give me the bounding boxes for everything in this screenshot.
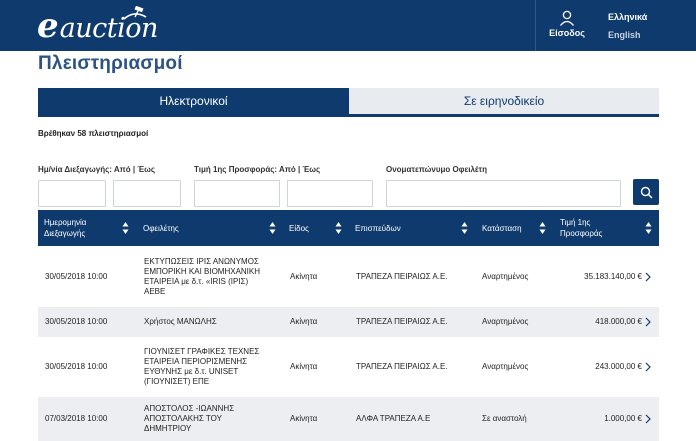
- price-filter-label: Τιμή 1ης Προσφοράς: Από | Έως: [194, 165, 321, 174]
- col-debtor[interactable]: Οφειλέτης: [137, 210, 283, 246]
- col-type[interactable]: Είδος: [283, 210, 349, 246]
- sort-icon: [645, 222, 652, 234]
- row-status: Αναρτημένος: [482, 317, 529, 326]
- logo-e: e: [37, 6, 59, 46]
- tab-electronic[interactable]: Ηλεκτρονικοί: [38, 88, 349, 114]
- date-to-input[interactable]: [113, 180, 181, 207]
- login-label: Είσοδος: [549, 28, 585, 38]
- col-date-label: Ημερομηνία Διεξαγωγής: [44, 218, 87, 238]
- row-status: Αναρτημένος: [482, 271, 529, 281]
- sort-icon: [335, 222, 342, 234]
- lang-english-link[interactable]: English: [608, 30, 641, 40]
- chevron-right-icon: [645, 246, 651, 307]
- search-button[interactable]: [633, 179, 659, 205]
- row-date: 30/05/2018 10:00: [45, 271, 108, 281]
- user-icon: [559, 10, 575, 26]
- row-creditor: ΤΡΑΠΕΖΑ ΠΕΙΡΑΙΩΣ Α.Ε.: [356, 271, 448, 281]
- chevron-right-icon: [645, 397, 651, 441]
- table-row[interactable]: 30/05/2018 10:00 Χρήστος ΜΑΝΩΛΗΣ Ακίνητα…: [38, 307, 659, 337]
- row-creditor: ΤΡΑΠΕΖΑ ΠΕΙΡΑΙΩΣ Α.Ε.: [356, 362, 448, 371]
- eauction-logo[interactable]: e auction: [37, 6, 158, 46]
- price-from-input[interactable]: [194, 180, 280, 207]
- row-type: Ακίνητα: [290, 317, 318, 326]
- row-date: 07/03/2018 10:00: [45, 414, 108, 423]
- row-debtor: ΑΠΟΣΤΟΛΟΣ -ΙΩΑΝΝΗΣ ΑΠΟΣΤΟΛΑΚΗΣ ΤΟΥ ΔΗΜΗΤ…: [144, 404, 235, 433]
- tabs-underline: [38, 114, 659, 117]
- top-navbar: e auction Είσοδος Ελληνικά English: [0, 0, 696, 51]
- debtor-filter-label: Ονοματεπώνυμο Οφειλέτη: [386, 165, 487, 174]
- row-status: Σε αναστολή: [482, 414, 527, 423]
- row-date: 30/05/2018 10:00: [45, 362, 108, 371]
- auction-type-tabs: Ηλεκτρονικοί Σε ειρηνοδικείο: [38, 88, 659, 114]
- row-creditor: ΤΡΑΠΕΖΑ ΠΕΙΡΑΙΩΣ Α.Ε.: [356, 317, 448, 326]
- chevron-right-icon: [645, 307, 651, 337]
- page-title: Πλειστηριασμοί: [38, 53, 183, 74]
- login-button[interactable]: Είσοδος: [547, 10, 587, 46]
- debtor-name-input[interactable]: [386, 180, 621, 207]
- date-from-input[interactable]: [38, 180, 106, 207]
- tab-magistrate-court[interactable]: Σε ειρηνοδικείο: [349, 88, 659, 114]
- col-price-label: Τιμή 1ης Προσφοράς: [560, 218, 603, 238]
- col-type-label: Είδος: [289, 223, 309, 233]
- table-row[interactable]: 30/05/2018 10:00 ΓΙΟΥΝΙΣΕΤ ΓΡΑΦΙΚΕΣ ΤΕΧΝ…: [38, 337, 659, 397]
- col-debtor-label: Οφειλέτης: [143, 223, 179, 233]
- row-price: 1.000,00 €: [604, 414, 642, 423]
- col-status[interactable]: Κατάσταση: [476, 210, 554, 246]
- table-header: Ημερομηνία Διεξαγωγής Οφειλέτης Είδος Επ…: [38, 210, 659, 246]
- results-count: Βρέθηκαν 58 πλειστηριασμοί: [38, 129, 149, 138]
- lang-greek-link[interactable]: Ελληνικά: [608, 12, 647, 22]
- sort-icon: [122, 222, 129, 234]
- col-creditor-label: Επισπεύδων: [355, 223, 401, 233]
- price-to-input[interactable]: [287, 180, 373, 207]
- row-status: Αναρτημένος: [482, 362, 529, 371]
- row-type: Ακίνητα: [290, 362, 318, 371]
- row-debtor: Χρήστος ΜΑΝΩΛΗΣ: [144, 317, 217, 326]
- header-divider: [535, 0, 536, 51]
- row-creditor: ΑΛΦΑ ΤΡΑΠΕΖΑ Α.Ε: [356, 414, 431, 423]
- row-price: 243.000,00 €: [595, 362, 642, 371]
- sort-icon: [461, 222, 468, 234]
- col-creditor[interactable]: Επισπεύδων: [349, 210, 476, 246]
- table-row[interactable]: 30/05/2018 10:00 ΕΚΤΥΠΩΣΕΙΣ ΙΡΙΣ ΑΝΩΝΥΜΟ…: [38, 246, 659, 307]
- sort-icon: [539, 222, 546, 234]
- col-status-label: Κατάσταση: [482, 223, 522, 233]
- table-row[interactable]: 07/03/2018 10:00 ΑΠΟΣΤΟΛΟΣ -ΙΩΑΝΝΗΣ ΑΠΟΣ…: [38, 397, 659, 441]
- row-price: 35.183.140,00 €: [584, 271, 642, 281]
- date-filter-label: Ημ/νία Διεξαγωγής: Από | Έως: [38, 165, 156, 174]
- row-price: 418.000,00 €: [595, 317, 642, 326]
- row-type: Ακίνητα: [290, 271, 318, 281]
- row-debtor: ΓΙΟΥΝΙΣΕΤ ΓΡΑΦΙΚΕΣ ΤΕΧΝΕΣ ΕΤΑΙΡΕΙΑ ΠΕΡΙΟ…: [144, 347, 260, 386]
- col-date[interactable]: Ημερομηνία Διεξαγωγής: [38, 210, 137, 246]
- chevron-right-icon: [645, 337, 651, 397]
- row-debtor: ΕΚΤΥΠΩΣΕΙΣ ΙΡΙΣ ΑΝΩΝΥΜΟΣ ΕΜΠΟΡΙΚΗ ΚΑΙ ΒΙ…: [144, 256, 261, 296]
- sort-icon: [269, 222, 276, 234]
- row-type: Ακίνητα: [290, 414, 318, 423]
- search-icon: [640, 186, 653, 199]
- col-price[interactable]: Τιμή 1ης Προσφοράς: [554, 210, 659, 246]
- row-date: 30/05/2018 10:00: [45, 317, 108, 326]
- gavel-icon: [123, 6, 147, 20]
